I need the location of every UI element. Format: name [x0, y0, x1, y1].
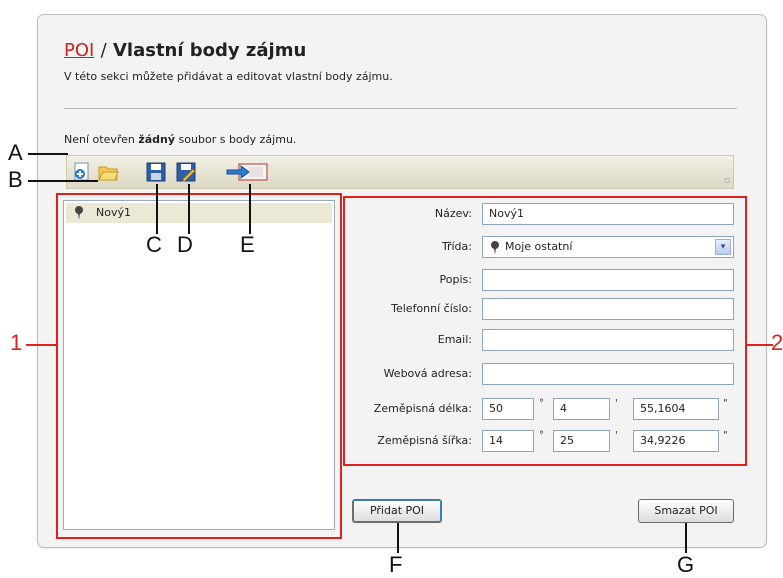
callout-a-line	[28, 153, 68, 155]
file-status: Není otevřen žádný soubor s body zájmu.	[64, 133, 296, 146]
export-icon[interactable]	[225, 161, 269, 183]
toolbar-grip-icon: ▫	[723, 176, 730, 186]
callout-c: C	[146, 232, 162, 257]
callout-c-line	[156, 184, 158, 234]
save-icon[interactable]	[145, 161, 167, 183]
page-title-text: Vlastní body zájmu	[112, 40, 307, 61]
divider	[64, 108, 737, 109]
callout-f-line	[397, 523, 399, 553]
page-subtitle: V této sekci můžete přidávat a editovat …	[64, 70, 393, 83]
callout-d-line	[188, 184, 190, 234]
callout-e: E	[240, 232, 255, 257]
status-suffix: soubor s body zájmu.	[175, 133, 297, 146]
annotation-box-2	[343, 196, 747, 466]
callout-b-line	[28, 180, 98, 182]
callout-2-line	[747, 344, 773, 346]
callout-1: 1	[10, 330, 23, 355]
add-poi-button[interactable]: Přidat POI	[352, 499, 442, 523]
callout-g-line	[685, 523, 687, 553]
delete-poi-button[interactable]: Smazat POI	[638, 499, 734, 523]
callout-1-line	[26, 344, 56, 346]
status-emphasis: žádný	[138, 133, 176, 146]
poi-breadcrumb-link[interactable]: POI	[64, 40, 94, 61]
callout-d: D	[177, 232, 193, 257]
save-as-icon[interactable]	[175, 161, 197, 183]
callout-e-line	[249, 184, 251, 234]
callout-2: 2	[771, 330, 783, 355]
toolbar: ▫	[66, 155, 734, 189]
callout-a: A	[8, 140, 23, 165]
callout-g: G	[677, 552, 695, 577]
annotation-box-1	[56, 193, 342, 539]
page-title: POI / Vlastní body zájmu	[64, 40, 306, 61]
status-prefix: Není otevřen	[64, 133, 139, 146]
callout-f: F	[389, 552, 403, 577]
open-folder-icon[interactable]	[97, 161, 119, 183]
breadcrumb-separator: /	[100, 40, 107, 61]
callout-b: B	[8, 167, 23, 192]
